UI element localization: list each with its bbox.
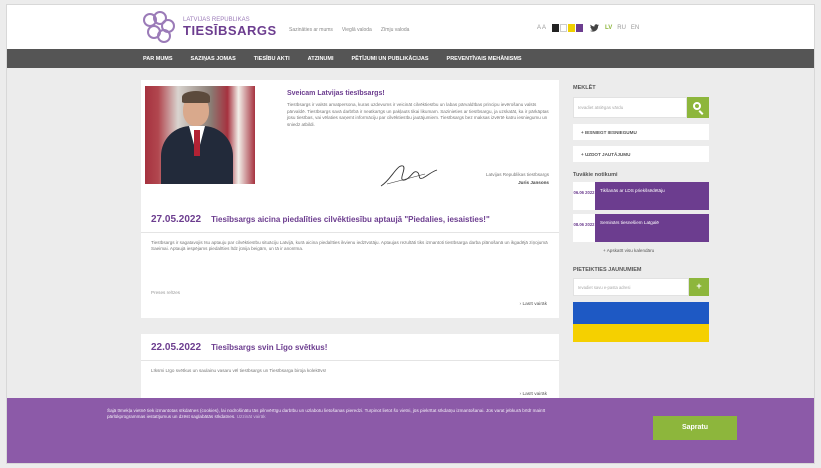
welcome-feature: Sveicam Latvijas tiesībsargs! Tiesībsarg…: [141, 80, 559, 206]
top-links: Sazināties ar mums Vieglā valoda Zīmju v…: [289, 27, 409, 33]
signature-name: Juris Jansons: [518, 180, 549, 185]
language-lv[interactable]: LV: [605, 25, 612, 31]
main-content: Sveicam Latvijas tiesībsargs! Tiesībsarg…: [141, 80, 559, 404]
contrast-switcher: [552, 24, 584, 32]
subscribe-button[interactable]: +: [689, 278, 709, 296]
twitter-icon[interactable]: [590, 24, 600, 32]
nav-item-about[interactable]: PAR MUMS: [143, 56, 173, 62]
event-item[interactable]: 06.06 2022 Tikšanās ar LDS priekšsēdētāj…: [573, 182, 709, 210]
ukraine-flag-banner[interactable]: [573, 302, 709, 342]
language-en[interactable]: EN: [631, 25, 639, 31]
sidebar: MEKLĒT Ievadiet atslēgas vārdu + IESNIEG…: [573, 85, 709, 342]
contrast-option-purple[interactable]: [576, 24, 584, 32]
event-date: 06.06 2022: [573, 182, 595, 210]
search-icon: [693, 102, 701, 110]
language-switcher: LV RU EN: [605, 25, 639, 31]
nav-item-preventive[interactable]: PREVENTĪVAIS MEHĀNISMS: [447, 56, 522, 62]
site-header: LATVIJAS REPUBLIKAS TIESĪBSARGS Sazināti…: [7, 5, 814, 49]
events-title: Tuvākie notikumi: [573, 172, 618, 178]
cookie-message: Šajā tīmekļa vietnē tiek izmantotas sīkd…: [107, 408, 546, 420]
news-item: 27.05.2022 Tiesībsargs aicina piedalītie…: [141, 206, 559, 318]
contrast-option-yellow[interactable]: [568, 24, 576, 32]
signature-role: Latvijas Republikas tiesībsargs: [485, 172, 549, 177]
event-date: 08.06 2022: [573, 214, 595, 242]
nav-item-opinions[interactable]: ATZINUMI: [308, 56, 334, 62]
news-date: 27.05.2022: [151, 214, 202, 225]
site-logo[interactable]: LATVIJAS REPUBLIKAS TIESĪBSARGS: [139, 9, 277, 45]
read-more-link[interactable]: › Lasīt vairāk: [520, 302, 547, 307]
search-title: MEKLĒT: [573, 85, 596, 91]
contrast-option-light[interactable]: [560, 24, 568, 32]
top-link-easy-language[interactable]: Vieglā valoda: [342, 27, 372, 33]
accessibility-toolbar: A A LV RU EN: [537, 24, 639, 32]
language-ru[interactable]: RU: [617, 25, 626, 31]
signature-icon: [380, 165, 438, 187]
news-date: 22.05.2022: [151, 342, 202, 353]
logo-title: TIESĪBSARGS: [183, 23, 277, 38]
browser-viewport: LATVIJAS REPUBLIKAS TIESĪBSARGS Sazināti…: [6, 4, 815, 464]
ombudsman-photo: [145, 86, 255, 184]
nav-item-legal-acts[interactable]: TIESĪBU AKTI: [254, 56, 290, 62]
news-text: Līksmi Līgo svētkus un saulainu vasaru v…: [151, 368, 327, 373]
nav-item-areas[interactable]: SAZIŅAS JOMAS: [191, 56, 236, 62]
submit-application-link[interactable]: + IESNIEGT IESNIEGUMU: [573, 124, 709, 140]
news-item: 22.05.2022 Tiesībsargs svin Līgo svētkus…: [141, 334, 559, 404]
search-form: Ievadiet atslēgas vārdu: [573, 97, 709, 118]
news-title[interactable]: Tiesībsargs svin Līgo svētkus!: [211, 343, 327, 352]
top-link-sign-language[interactable]: Zīmju valoda: [381, 27, 410, 33]
news-title[interactable]: Tiesībsargs aicina piedalīties cilvēktie…: [211, 215, 490, 224]
feature-text: Tiesībsargs ir valsts amatpersona, kuras…: [287, 102, 549, 127]
subscribe-email-input[interactable]: Ievadiet savu e-pasta adresi: [573, 278, 689, 296]
news-tag[interactable]: Preses relīzes: [151, 290, 180, 295]
event-title: Seminārs tiesnešiem Latgalē: [595, 214, 709, 242]
feature-title: Sveicam Latvijas tiesībsargs!: [287, 90, 385, 97]
main-navigation: PAR MUMS SAZIŅAS JOMAS TIESĪBU AKTI ATZI…: [7, 49, 814, 68]
font-size-control[interactable]: A A: [537, 25, 546, 31]
read-more-link[interactable]: › Lasīt vairāk: [520, 392, 547, 397]
event-title: Tikšanās ar LDS priekšsēdētāju: [595, 182, 709, 210]
news-text: Tiesībsargs ir sagatavojis īsu aptauju p…: [151, 240, 548, 252]
subscribe-title: PIETEIKTIES JAUNUMIEM: [573, 267, 642, 273]
top-link-contact[interactable]: Sazināties ar mums: [289, 27, 333, 33]
cookie-banner: Šajā tīmekļa vietnē tiek izmantotas sīkd…: [7, 398, 814, 463]
contrast-option-dark[interactable]: [552, 24, 560, 32]
cookie-accept-button[interactable]: Sapratu: [653, 416, 737, 440]
nav-item-research[interactable]: PĒTĪJUMI UN PUBLIKĀCIJAS: [352, 56, 429, 62]
search-input[interactable]: Ievadiet atslēgas vārdu: [573, 97, 687, 118]
ask-question-link[interactable]: + UZDOT JAUTĀJUMU: [573, 146, 709, 162]
search-button[interactable]: [687, 97, 709, 118]
event-item[interactable]: 08.06 2022 Seminārs tiesnešiem Latgalē: [573, 214, 709, 242]
cookie-text: Šajā tīmekļa vietnē tiek izmantotas sīkd…: [107, 408, 565, 421]
events-calendar-link[interactable]: + Apskatīt visu kalendāru: [573, 248, 709, 253]
logo-emblem-icon: [139, 9, 179, 45]
subscribe-form: Ievadiet savu e-pasta adresi +: [573, 278, 709, 296]
cookie-more-link[interactable]: Uzzināt vairāk: [237, 414, 266, 419]
